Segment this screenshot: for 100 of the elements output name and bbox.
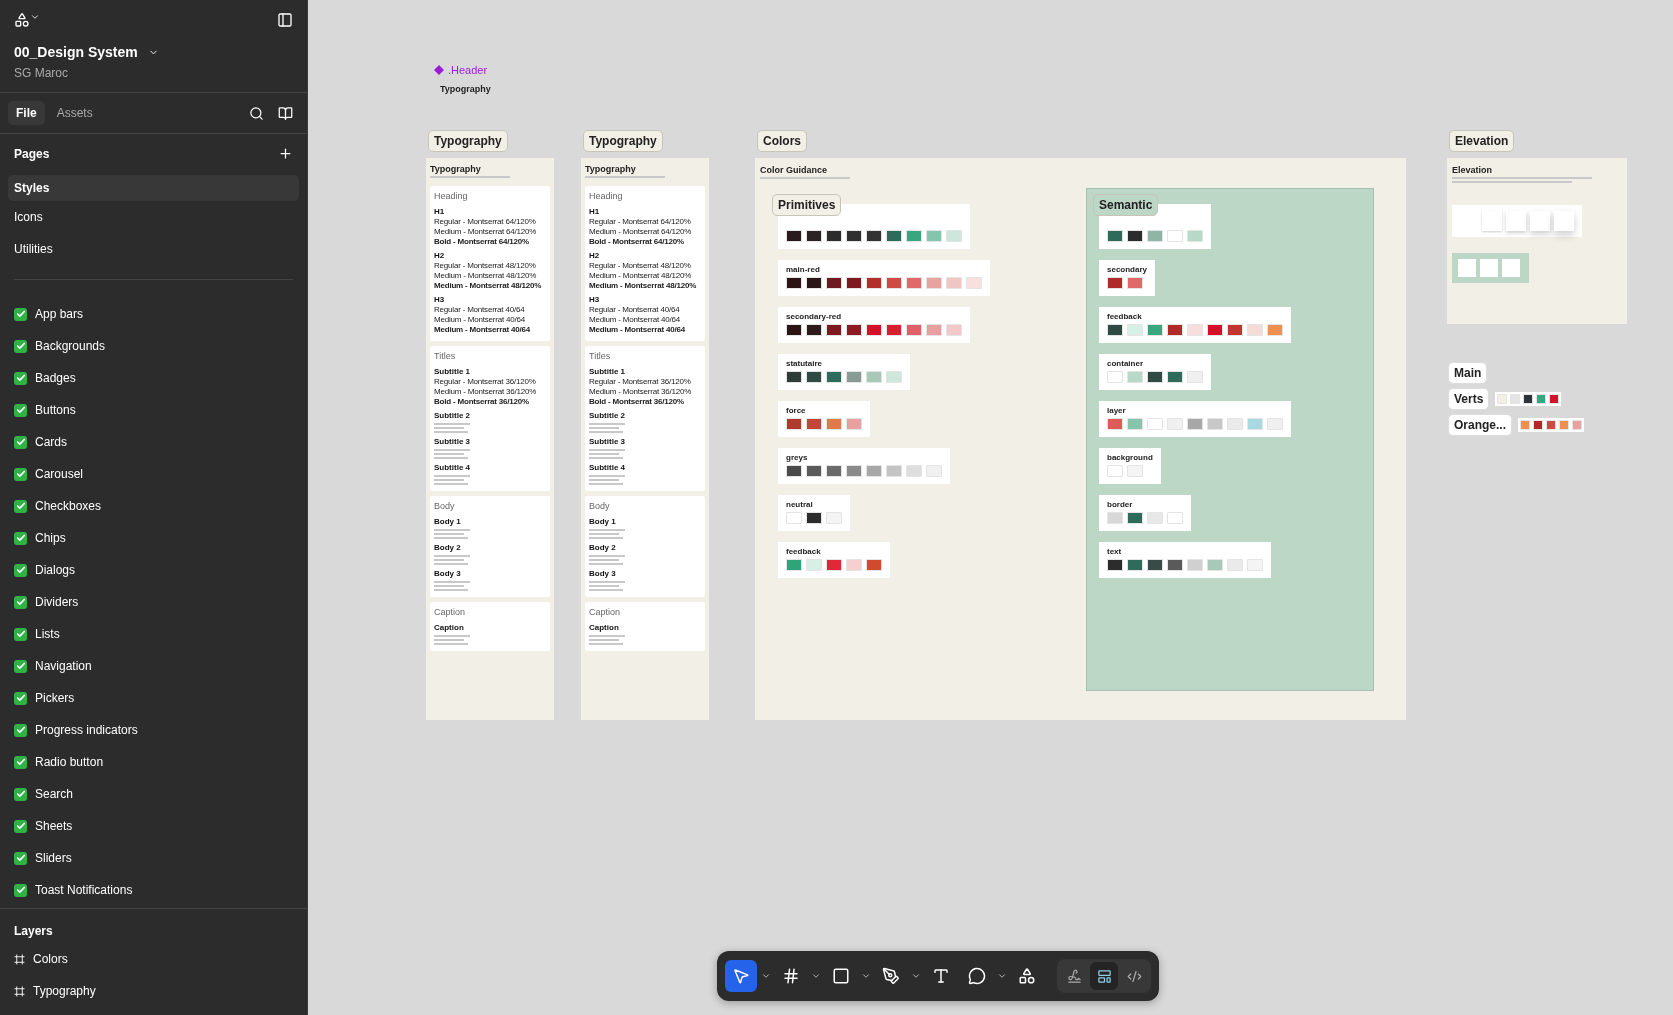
page-item[interactable]: Sheets [8, 810, 299, 842]
style-name: H1 [589, 207, 601, 217]
group-label: Semantic [1093, 194, 1159, 216]
frame-label: Colors [757, 130, 807, 152]
section-heading: Layers [14, 924, 53, 938]
page-item[interactable]: App bars [8, 298, 299, 330]
sidebar-tab[interactable]: File [8, 101, 45, 125]
page-name: Sheets [35, 819, 73, 833]
page-name: App bars [35, 307, 84, 321]
page-item[interactable]: Sliders [8, 842, 299, 874]
page-item[interactable]: Icons [8, 201, 299, 233]
style-spec: Medium - Montserrat 64/120% [589, 227, 693, 237]
page-item[interactable]: Dialogs [8, 554, 299, 586]
add-icon[interactable] [278, 146, 293, 161]
palette-title: feedback [1107, 312, 1143, 321]
page-item[interactable]: Progress indicators [8, 714, 299, 746]
page-item[interactable]: Styles [8, 175, 299, 201]
page-item[interactable]: Chips [8, 522, 299, 554]
style-name: H1 [434, 207, 446, 217]
style-spec: Medium - Montserrat 48/120% [434, 281, 543, 291]
page-name: Carousel [35, 467, 84, 481]
layout-icon [1096, 968, 1112, 984]
component-icon [434, 65, 444, 75]
page-item[interactable]: Badges [8, 362, 299, 394]
search-icon[interactable] [249, 105, 264, 121]
page-item[interactable]: Lists [8, 618, 299, 650]
palette-title: background [1107, 453, 1153, 462]
page-item[interactable]: Utilities [8, 233, 299, 265]
section-title: Body [434, 501, 456, 511]
page-name: Sliders [35, 851, 72, 865]
code-icon [1126, 968, 1142, 984]
page-item[interactable]: Checkboxes [8, 490, 299, 522]
page-item[interactable]: Radio button [8, 746, 299, 778]
type-icon [932, 967, 950, 985]
style-name: Caption [434, 623, 465, 633]
page-name: Badges [35, 371, 76, 385]
page-item[interactable]: Search [8, 778, 299, 810]
component-name: .Header [448, 64, 488, 76]
layer-name: Colors [33, 952, 68, 966]
style-name: Subtitle 2 [589, 411, 626, 421]
team-name: SG Maroc [14, 66, 69, 80]
style-spec: Medium - Montserrat 48/120% [434, 271, 538, 281]
page-name: Progress indicators [35, 723, 138, 737]
style-spec: Regular - Montserrat 40/64 [589, 305, 681, 315]
frame-title: Typography [585, 164, 637, 174]
frame-icon [14, 985, 25, 997]
palette-title: feedback [786, 547, 822, 556]
design-mode-button[interactable] [1090, 962, 1118, 990]
page-item[interactable]: Pickers [8, 682, 299, 714]
panel-toggle-icon[interactable] [277, 12, 293, 28]
palette-title: neutral [786, 500, 814, 509]
palette-title: statutaire [786, 359, 823, 368]
page-item[interactable]: Toast Notifications [8, 874, 299, 906]
section-title: Caption [589, 607, 622, 617]
page-name: Navigation [35, 659, 92, 673]
style-name: Body 3 [589, 569, 617, 579]
frame-icon [14, 953, 25, 965]
page-name: Cards [35, 435, 67, 449]
hash-icon [782, 967, 800, 985]
page-item[interactable]: Navigation [8, 650, 299, 682]
style-name: Subtitle 3 [589, 437, 626, 447]
style-spec: Medium - Montserrat 36/120% [434, 387, 538, 397]
page-item[interactable]: Cards [8, 426, 299, 458]
style-name: Subtitle 2 [434, 411, 471, 421]
style-name: H3 [589, 295, 601, 305]
section-title: Body [589, 501, 611, 511]
style-spec: Regular - Montserrat 36/120% [589, 377, 692, 387]
layer-item[interactable]: Typography [8, 975, 299, 1007]
palette-title: greys [786, 453, 809, 462]
layer-item[interactable]: Colors [8, 943, 299, 975]
library-icon[interactable] [278, 105, 293, 121]
style-spec: Medium - Montserrat 48/120% [589, 281, 698, 291]
group-label: Primitives [772, 194, 842, 216]
page-item[interactable]: Backgrounds [8, 330, 299, 362]
speech-bubble-icon [968, 967, 986, 985]
style-name: Caption [589, 623, 620, 633]
frame-title: Typography [430, 164, 482, 174]
frame-label: Typography [428, 130, 508, 152]
page-item[interactable]: Carousel [8, 458, 299, 490]
group-label: Main [1448, 362, 1488, 384]
move-tool[interactable] [725, 960, 757, 992]
style-name: Subtitle 1 [589, 367, 626, 377]
style-spec: Bold - Montserrat 64/120% [434, 237, 531, 247]
style-spec: Bold - Montserrat 36/120% [434, 397, 531, 407]
style-name: Subtitle 1 [434, 367, 471, 377]
section-title: Heading [589, 191, 624, 201]
page-name: Radio button [35, 755, 104, 769]
page-item[interactable]: Buttons [8, 394, 299, 426]
page-name: Checkboxes [35, 499, 102, 513]
style-name: Body 3 [434, 569, 462, 579]
frame-label: Typography [583, 130, 663, 152]
page-item[interactable]: Dividers [8, 586, 299, 618]
sidebar-tab[interactable]: Assets [48, 101, 101, 125]
header-title: Typography [440, 84, 491, 94]
style-name: H2 [434, 251, 446, 261]
style-name: Body 1 [434, 517, 462, 527]
style-spec: Regular - Montserrat 64/120% [434, 217, 537, 227]
palette-title: main-red [786, 265, 821, 274]
square-icon [832, 967, 850, 985]
palette-title: border [1107, 500, 1134, 509]
